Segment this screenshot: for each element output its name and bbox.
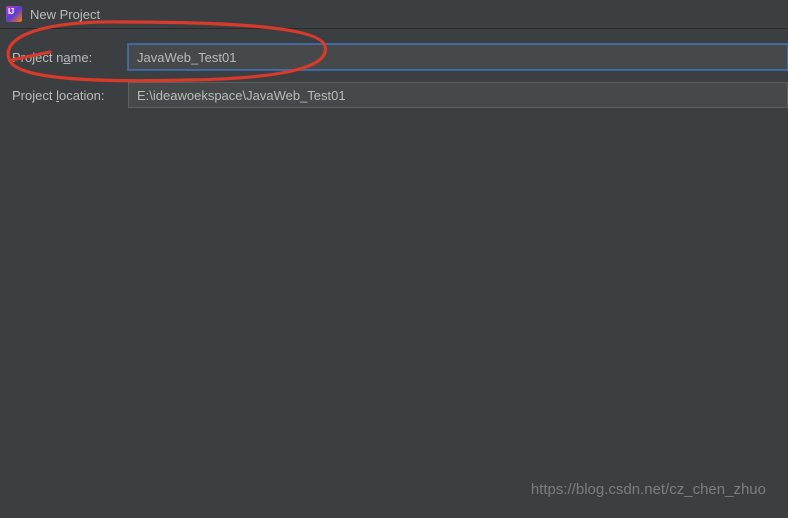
project-location-input[interactable] (128, 82, 788, 108)
project-location-label: Project location: (0, 88, 128, 103)
watermark-text: https://blog.csdn.net/cz_chen_zhuo (531, 481, 766, 498)
project-location-input-wrap (128, 82, 788, 108)
window-title: New Project (30, 7, 100, 22)
intellij-icon (6, 6, 22, 22)
project-location-row: Project location: (0, 81, 788, 109)
project-name-row: Project name: (0, 43, 788, 71)
project-name-label: Project name: (0, 50, 128, 65)
project-name-input-wrap (128, 44, 788, 70)
project-name-input[interactable] (128, 44, 788, 70)
form-area: Project name: Project location: (0, 29, 788, 109)
title-bar: New Project (0, 0, 788, 28)
